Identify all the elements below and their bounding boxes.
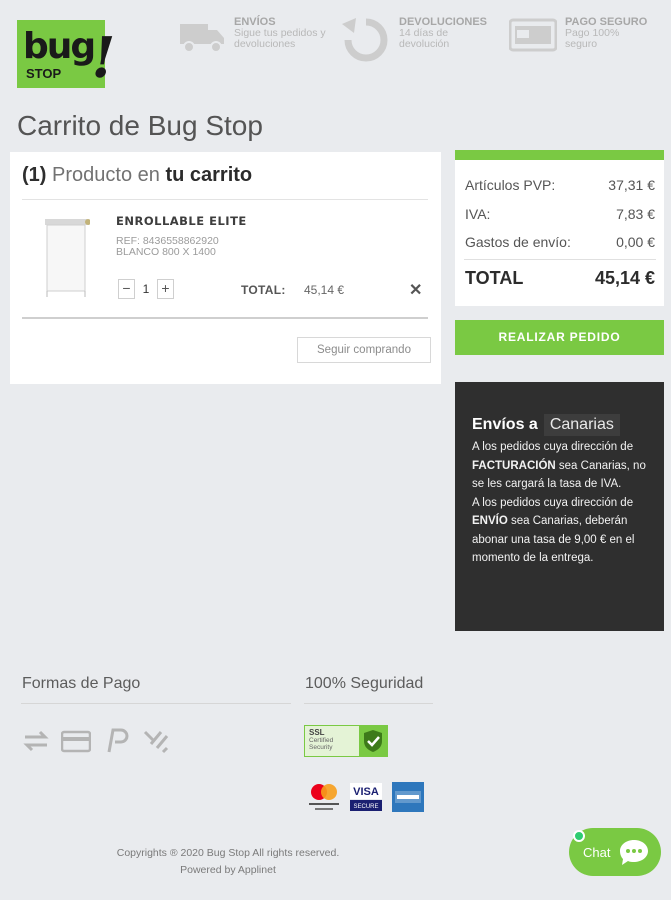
- summary-total: TOTAL 45,14 €: [465, 268, 655, 289]
- summary-value: 37,31 €: [608, 177, 655, 193]
- divider: [304, 703, 433, 704]
- divider: [22, 199, 428, 200]
- card-logos: VISA SECURE: [307, 781, 425, 813]
- feature-pago-seguro: PAGO SEGURO Pago 100% seguro: [509, 16, 647, 52]
- product-image[interactable]: [40, 215, 90, 297]
- text-strong: FACTURACIÓN: [472, 459, 556, 472]
- divider: [21, 703, 291, 704]
- paypal-icon: [107, 728, 129, 753]
- visa-text: VISA: [353, 786, 379, 798]
- transfer-icon: [23, 730, 49, 752]
- canarias-title: Envíos a Canarias: [472, 414, 620, 436]
- truck-icon: [180, 24, 224, 53]
- product-variant: BLANCO 800 X 1400: [116, 246, 216, 258]
- cart-count: (1): [22, 164, 47, 186]
- cart-panel: (1) Producto en tu carrito ENROLLABLE EL…: [10, 152, 441, 384]
- summary-label: IVA:: [465, 206, 491, 222]
- card-icon: [509, 18, 557, 52]
- item-total-label: TOTAL:: [241, 283, 286, 297]
- ssl-line: Certified: [309, 737, 334, 744]
- summary-row-pvp: Artículos PVP: 37,31 €: [465, 177, 655, 193]
- summary-total-label: TOTAL: [465, 268, 524, 288]
- canarias-info-box: Envíos a Canarias A los pedidos cuya dir…: [455, 382, 664, 631]
- ssl-badge: SSL Certified Security: [304, 725, 388, 757]
- chat-bubble-icon: [620, 840, 648, 865]
- visa-secure-icon: VISA SECURE: [350, 783, 382, 811]
- quantity-stepper: − 1 +: [118, 279, 174, 299]
- security-title: 100% Seguridad: [305, 675, 424, 692]
- summary-row-iva: IVA: 7,83 €: [465, 206, 655, 222]
- increment-button[interactable]: +: [157, 279, 174, 299]
- canarias-title-label: Envíos a: [472, 416, 538, 433]
- canarias-text: A los pedidos cuya dirección de FACTURAC…: [472, 438, 655, 568]
- chat-button[interactable]: Chat: [569, 828, 661, 876]
- logo-text-bug: bug: [23, 26, 96, 67]
- credit-card-icon: [61, 730, 91, 753]
- text: A los pedidos cuya dirección de: [472, 496, 634, 509]
- text-strong: ENVÍO: [472, 515, 508, 527]
- cart-heading-product: Producto: [52, 164, 133, 186]
- product-name[interactable]: ENROLLABLE ELITE: [116, 214, 247, 228]
- payments-title: Formas de Pago: [22, 675, 141, 692]
- summary-value: 0,00 €: [616, 234, 655, 250]
- page-title: Carrito de Bug Stop: [17, 110, 263, 141]
- cart-heading-en: en: [137, 164, 160, 186]
- place-order-button[interactable]: REALIZAR PEDIDO: [455, 320, 664, 355]
- text: A los pedidos cuya dirección de: [472, 441, 634, 453]
- ssl-label: SSL: [309, 728, 325, 737]
- continue-shopping-button[interactable]: Seguir comprando: [297, 337, 431, 363]
- powered-by-link[interactable]: Powered by Applinet: [0, 864, 456, 876]
- quantity-value[interactable]: 1: [135, 282, 157, 296]
- summary-total-value: 45,14 €: [594, 268, 655, 288]
- bugstop-logo[interactable]: bug STOP !: [17, 20, 121, 91]
- cart-heading: (1) Producto en tu carrito: [22, 164, 252, 187]
- return-icon: [342, 18, 388, 62]
- summary-label: Gastos de envío:: [465, 234, 571, 250]
- feature-subtitle: 14 días de devolución: [399, 27, 450, 50]
- divider: [22, 317, 428, 319]
- copyright-text: Copyrights ® 2020 Bug Stop All rights re…: [116, 847, 340, 859]
- item-total-value: 45,14 €: [304, 283, 345, 297]
- feature-subtitle: Pago 100% seguro: [565, 27, 620, 50]
- feature-envios: ENVÍOS Sigue tus pedidos y devoluciones: [178, 16, 334, 56]
- summary-row-envio: Gastos de envío: 0,00 €: [465, 234, 655, 250]
- remove-item-icon[interactable]: ✕: [409, 280, 422, 300]
- ssl-line: Security: [309, 744, 333, 751]
- summary-label: Artículos PVP:: [465, 177, 556, 193]
- shield-check-icon: [359, 726, 387, 756]
- online-indicator: [573, 830, 585, 842]
- visa-secure-text: SECURE: [353, 804, 378, 810]
- feature-subtitle: Sigue tus pedidos y devoluciones: [234, 27, 326, 50]
- payment-methods: [21, 728, 171, 754]
- logo-text-stop: STOP: [26, 66, 62, 81]
- cart-heading-tu-carrito: tu carrito: [165, 164, 253, 186]
- chat-label: Chat: [583, 845, 611, 860]
- region-select[interactable]: Canarias: [543, 414, 620, 436]
- mastercard-icon: [309, 784, 339, 810]
- feature-devoluciones: DEVOLUCIONES 14 días de devolución: [341, 16, 499, 62]
- divider: [464, 259, 656, 260]
- financing-icon: [143, 730, 169, 754]
- summary-value: 7,83 €: [616, 206, 655, 222]
- order-summary: Artículos PVP: 37,31 € IVA: 7,83 € Gasto…: [455, 150, 664, 306]
- amex-icon: [392, 782, 424, 812]
- ssl-badge-text: SSL Certified Security: [309, 728, 334, 752]
- decrement-button[interactable]: −: [118, 279, 135, 299]
